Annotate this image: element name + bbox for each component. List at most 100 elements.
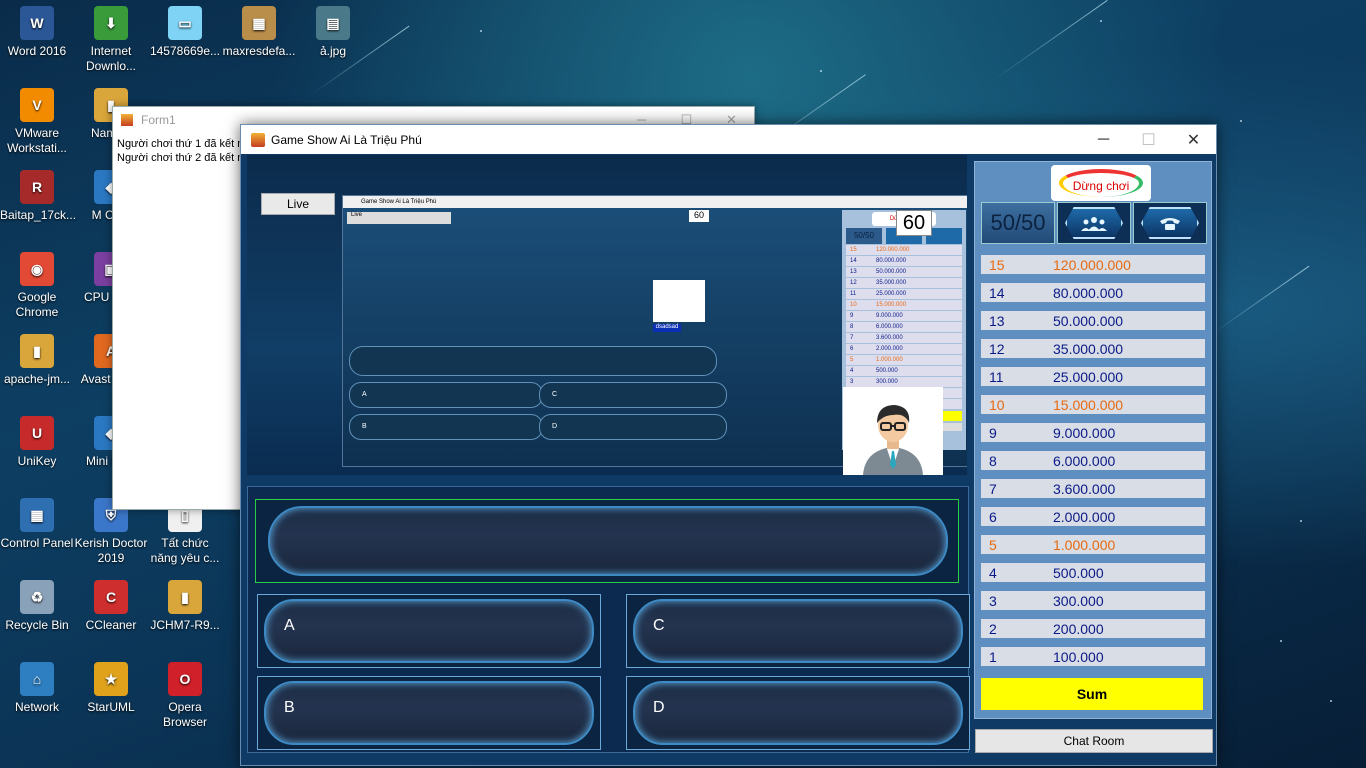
desktop-icon-label: maxresdefa...: [222, 44, 296, 58]
live-button[interactable]: Live: [261, 193, 335, 215]
prize-amount: 6.000.000: [1053, 452, 1116, 469]
game-show-window[interactable]: Game Show Ai Là Triệu Phú ─ ☐ ✕ Live Gam…: [240, 124, 1217, 766]
desktop-icon[interactable]: ▮ apache-jm...: [0, 334, 74, 387]
prize-amount: 1.000.000: [1053, 536, 1116, 553]
desktop-icon[interactable]: V VMware Workstati...: [0, 88, 74, 156]
nested-prize-row: 5 1.000.000: [846, 355, 962, 365]
stop-game-label: Dừng chơi: [1072, 179, 1130, 193]
desktop-icon-glyph: ◉: [20, 252, 54, 286]
nested-prize-amount: 9.000.000: [876, 313, 903, 319]
nested-title: Game Show Ai Là Triệu Phú: [361, 199, 437, 205]
nested-prize-row: 4 500.000: [846, 366, 962, 376]
minimize-button[interactable]: ─: [1081, 125, 1126, 154]
desktop-icon[interactable]: ▦ Control Panel: [0, 498, 74, 551]
desktop-icon-label: 14578669e...: [149, 44, 221, 58]
chat-room-button[interactable]: Chat Room: [975, 729, 1213, 753]
answer-d-button[interactable]: D: [626, 676, 970, 750]
nested-answer-a: A: [349, 382, 543, 408]
prize-level: 7: [989, 480, 997, 497]
nested-answer-b: B: [349, 414, 543, 440]
prize-row: 6 2.000.000: [981, 507, 1205, 526]
nested-prize-row: 6 2.000.000: [846, 344, 962, 354]
nested-player-name: dsadsad: [653, 324, 681, 332]
desktop-icon-glyph: O: [168, 662, 202, 696]
desktop-icon-glyph: ⌂: [20, 662, 54, 696]
desktop-icon-label: Baitap_17ck...: [0, 208, 77, 222]
desktop-icon[interactable]: ▭ 14578669e...: [148, 6, 222, 59]
nested-prize-amount: 300.000: [876, 379, 898, 385]
desktop-icon-label: ả.jpg: [319, 44, 347, 58]
nested-prize-level: 6: [850, 346, 854, 352]
desktop-icon[interactable]: ▤ ả.jpg: [296, 6, 370, 59]
desktop-icon[interactable]: ⬇ Internet Downlo...: [74, 6, 148, 74]
prize-row: 5 1.000.000: [981, 535, 1205, 554]
desktop-icon[interactable]: U UniKey: [0, 416, 74, 469]
desktop-icon-glyph: ▦: [20, 498, 54, 532]
desktop-icon[interactable]: R Baitap_17ck...: [0, 170, 77, 223]
prize-row: 2 200.000: [981, 619, 1205, 638]
nested-prize-row: 9 9.000.000: [846, 311, 962, 321]
lifeline-5050-button[interactable]: 50/50: [981, 202, 1055, 244]
desktop-icon[interactable]: ◉ Google Chrome: [0, 252, 74, 320]
live-stream-view: Live Game Show Ai Là Triệu Phú Live 60 d…: [247, 155, 967, 475]
prize-row: 1 100.000: [981, 647, 1205, 666]
nested-prize-amount: 35.000.000: [876, 280, 907, 286]
desktop-icon-label: UniKey: [17, 454, 57, 468]
nested-question-box: [349, 346, 717, 376]
nested-prize-level: 7: [850, 335, 854, 341]
desktop-icon-glyph: ▦: [242, 6, 276, 40]
desktop-icon[interactable]: ★ StarUML: [74, 662, 148, 715]
nested-timer: 60: [689, 210, 709, 222]
desktop-icon-label: Internet Downlo...: [85, 44, 137, 73]
desktop-icon-glyph: ▮: [20, 334, 54, 368]
nested-prize-row: 15 120.000.000: [846, 245, 962, 255]
player-avatar: [843, 387, 943, 475]
nested-prize-level: 8: [850, 324, 854, 330]
desktop-icon[interactable]: O Opera Browser: [148, 662, 222, 730]
answer-c-label: C: [653, 617, 665, 634]
desktop-icon[interactable]: ♻ Recycle Bin: [0, 580, 74, 633]
prize-amount: 100.000: [1053, 648, 1104, 665]
desktop-icon[interactable]: ⌂ Network: [0, 662, 74, 715]
maximize-button[interactable]: ☐: [1126, 125, 1171, 154]
close-button[interactable]: ✕: [1171, 125, 1216, 154]
prize-panel: Dừng chơi 50/50 15 120.000.000 14 80.000.00…: [974, 161, 1212, 719]
prize-amount: 200.000: [1053, 620, 1104, 637]
desktop-icon[interactable]: C CCleaner: [74, 580, 148, 633]
avatar-icon: [863, 405, 923, 475]
prize-amount: 25.000.000: [1053, 368, 1124, 385]
desktop-icon-glyph: R: [20, 170, 54, 204]
nested-prize-amount: 500.000: [876, 368, 898, 374]
prize-level: 9: [989, 424, 997, 441]
lifeline-audience-button[interactable]: [1057, 202, 1131, 244]
nested-prize-amount: 6.000.000: [876, 324, 903, 330]
desktop-icon-label: Network: [14, 700, 59, 714]
answer-d-label: D: [653, 699, 665, 716]
lifeline-5050-label: 50/50: [990, 210, 1046, 235]
prize-row: 11 25.000.000: [981, 367, 1205, 386]
nested-prize-level: 5: [850, 357, 854, 363]
nested-prize-amount: 80.000.000: [876, 258, 907, 264]
desktop-icon[interactable]: W Word 2016: [0, 6, 74, 59]
nested-prize-level: 13: [850, 269, 857, 275]
prize-level: 3: [989, 592, 997, 609]
answer-b-button[interactable]: B: [257, 676, 601, 750]
desktop-icon-glyph: V: [20, 88, 54, 122]
lifeline-phone-button[interactable]: [1133, 202, 1207, 244]
stop-game-button[interactable]: Dừng chơi: [1051, 165, 1151, 201]
desktop-icon-glyph: C: [94, 580, 128, 614]
desktop-icon-glyph: ▮: [168, 580, 202, 614]
desktop-icon-glyph: ★: [94, 662, 128, 696]
desktop-icon[interactable]: ▮ JCHM7-R9...: [148, 580, 222, 633]
prize-level: 13: [989, 312, 1005, 329]
desktop-icon-label: Control Panel: [0, 536, 74, 550]
prize-row: 9 9.000.000: [981, 423, 1205, 442]
nested-prize-row: 12 35.000.000: [846, 278, 962, 288]
desktop-icon-label: CCleaner: [85, 618, 137, 632]
main-titlebar[interactable]: Game Show Ai Là Triệu Phú ─ ☐ ✕: [241, 125, 1216, 154]
prize-row: 15 120.000.000: [981, 255, 1205, 274]
answer-c-button[interactable]: C: [626, 594, 970, 668]
answer-a-button[interactable]: A: [257, 594, 601, 668]
desktop-icon[interactable]: ▦ maxresdefa...: [222, 6, 296, 59]
sum-button[interactable]: Sum: [981, 678, 1203, 710]
